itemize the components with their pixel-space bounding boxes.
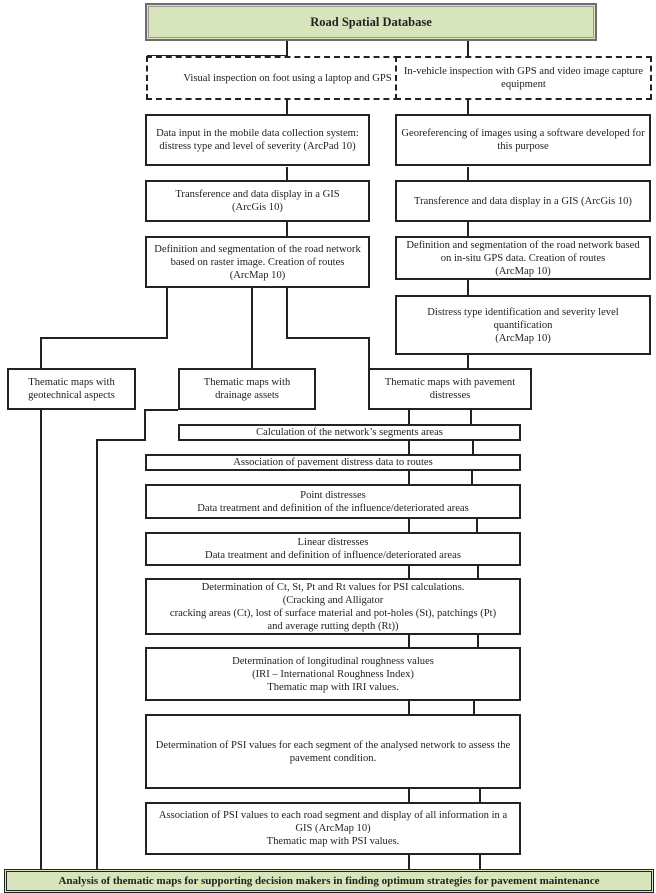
visual-inspection-box: Visual inspection on foot using a laptop… [146,56,429,100]
georeferencing-box: Georeferencing of images using a softwar… [395,114,651,166]
distress-to-routes-box: Association of pavement distress data to… [145,454,521,471]
connector [40,288,168,370]
box-text: Point distresses Data treatment and defi… [197,489,469,514]
point-distresses-box: Point distresses Data treatment and defi… [145,484,521,519]
drainage-maps-box: Thematic maps with drainage assets [178,368,316,410]
left-segmentation-box: Definition and segmentation of the road … [145,236,370,288]
box-text: Data input in the mobile data collection… [156,128,359,152]
box-text: Linear distresses Data treatment and def… [205,537,461,561]
psi-determination-box: Determination of PSI values for each seg… [145,714,521,789]
box-text: Association of pavement distress data to… [233,457,433,468]
box-text: Determination of longitudinal roughness … [232,655,434,693]
psi-parameters-box: Determination of Ct, St, Pt and Rt value… [145,578,521,635]
box-text: In-vehicle inspection with GPS and video… [403,66,644,90]
box-text: Transference and data display in a GIS (… [175,189,340,213]
road-spatial-database-box: Road Spatial Database [145,3,597,41]
geotechnical-maps-box: Thematic maps with geotechnical aspects [7,368,136,410]
iri-roughness-box: Determination of longitudinal roughness … [145,647,521,701]
connector [286,288,370,370]
box-text: Determination of Ct, St, Pt and Rt value… [169,581,497,632]
connector [147,40,288,57]
right-gis-transfer-box: Transference and data display in a GIS (… [395,180,651,222]
conclusion-text: Analysis of thematic maps for supporting… [58,874,600,887]
box-text: Thematic maps with geotechnical aspects [28,377,115,401]
segment-areas-box: Calculation of the network’s segments ar… [178,424,521,441]
box-text: Thematic maps with pavement distresses [384,377,516,401]
box-text: Association of PSI values to each road s… [158,810,508,847]
title-text: Road Spatial Database [310,14,432,29]
left-gis-transfer-box: Transference and data display in a GIS (… [145,180,370,222]
in-vehicle-inspection-box: In-vehicle inspection with GPS and video… [395,56,652,100]
box-text: Definition and segmentation of the road … [406,239,640,277]
box-text: Visual inspection on foot using a laptop… [183,72,392,84]
pavement-distress-maps-box: Thematic maps with pavement distresses [368,368,532,410]
box-text: Transference and data display in a GIS (… [414,195,632,207]
decision-analysis-box: Analysis of thematic maps for supporting… [4,869,654,893]
box-text: Calculation of the network’s segments ar… [256,427,443,438]
box-text: Distress type identification and severit… [427,306,619,344]
psi-association-box: Association of PSI values to each road s… [145,802,521,855]
mobile-data-input-box: Data input in the mobile data collection… [145,114,370,166]
linear-distresses-box: Linear distresses Data treatment and def… [145,532,521,566]
distress-identification-box: Distress type identification and severit… [395,295,651,355]
box-text: Definition and segmentation of the road … [154,243,361,281]
box-text: Thematic maps with drainage assets [203,377,291,401]
box-text: Georeferencing of images using a softwar… [401,128,645,152]
box-text: Determination of PSI values for each seg… [155,739,511,764]
right-segmentation-box: Definition and segmentation of the road … [395,236,651,280]
